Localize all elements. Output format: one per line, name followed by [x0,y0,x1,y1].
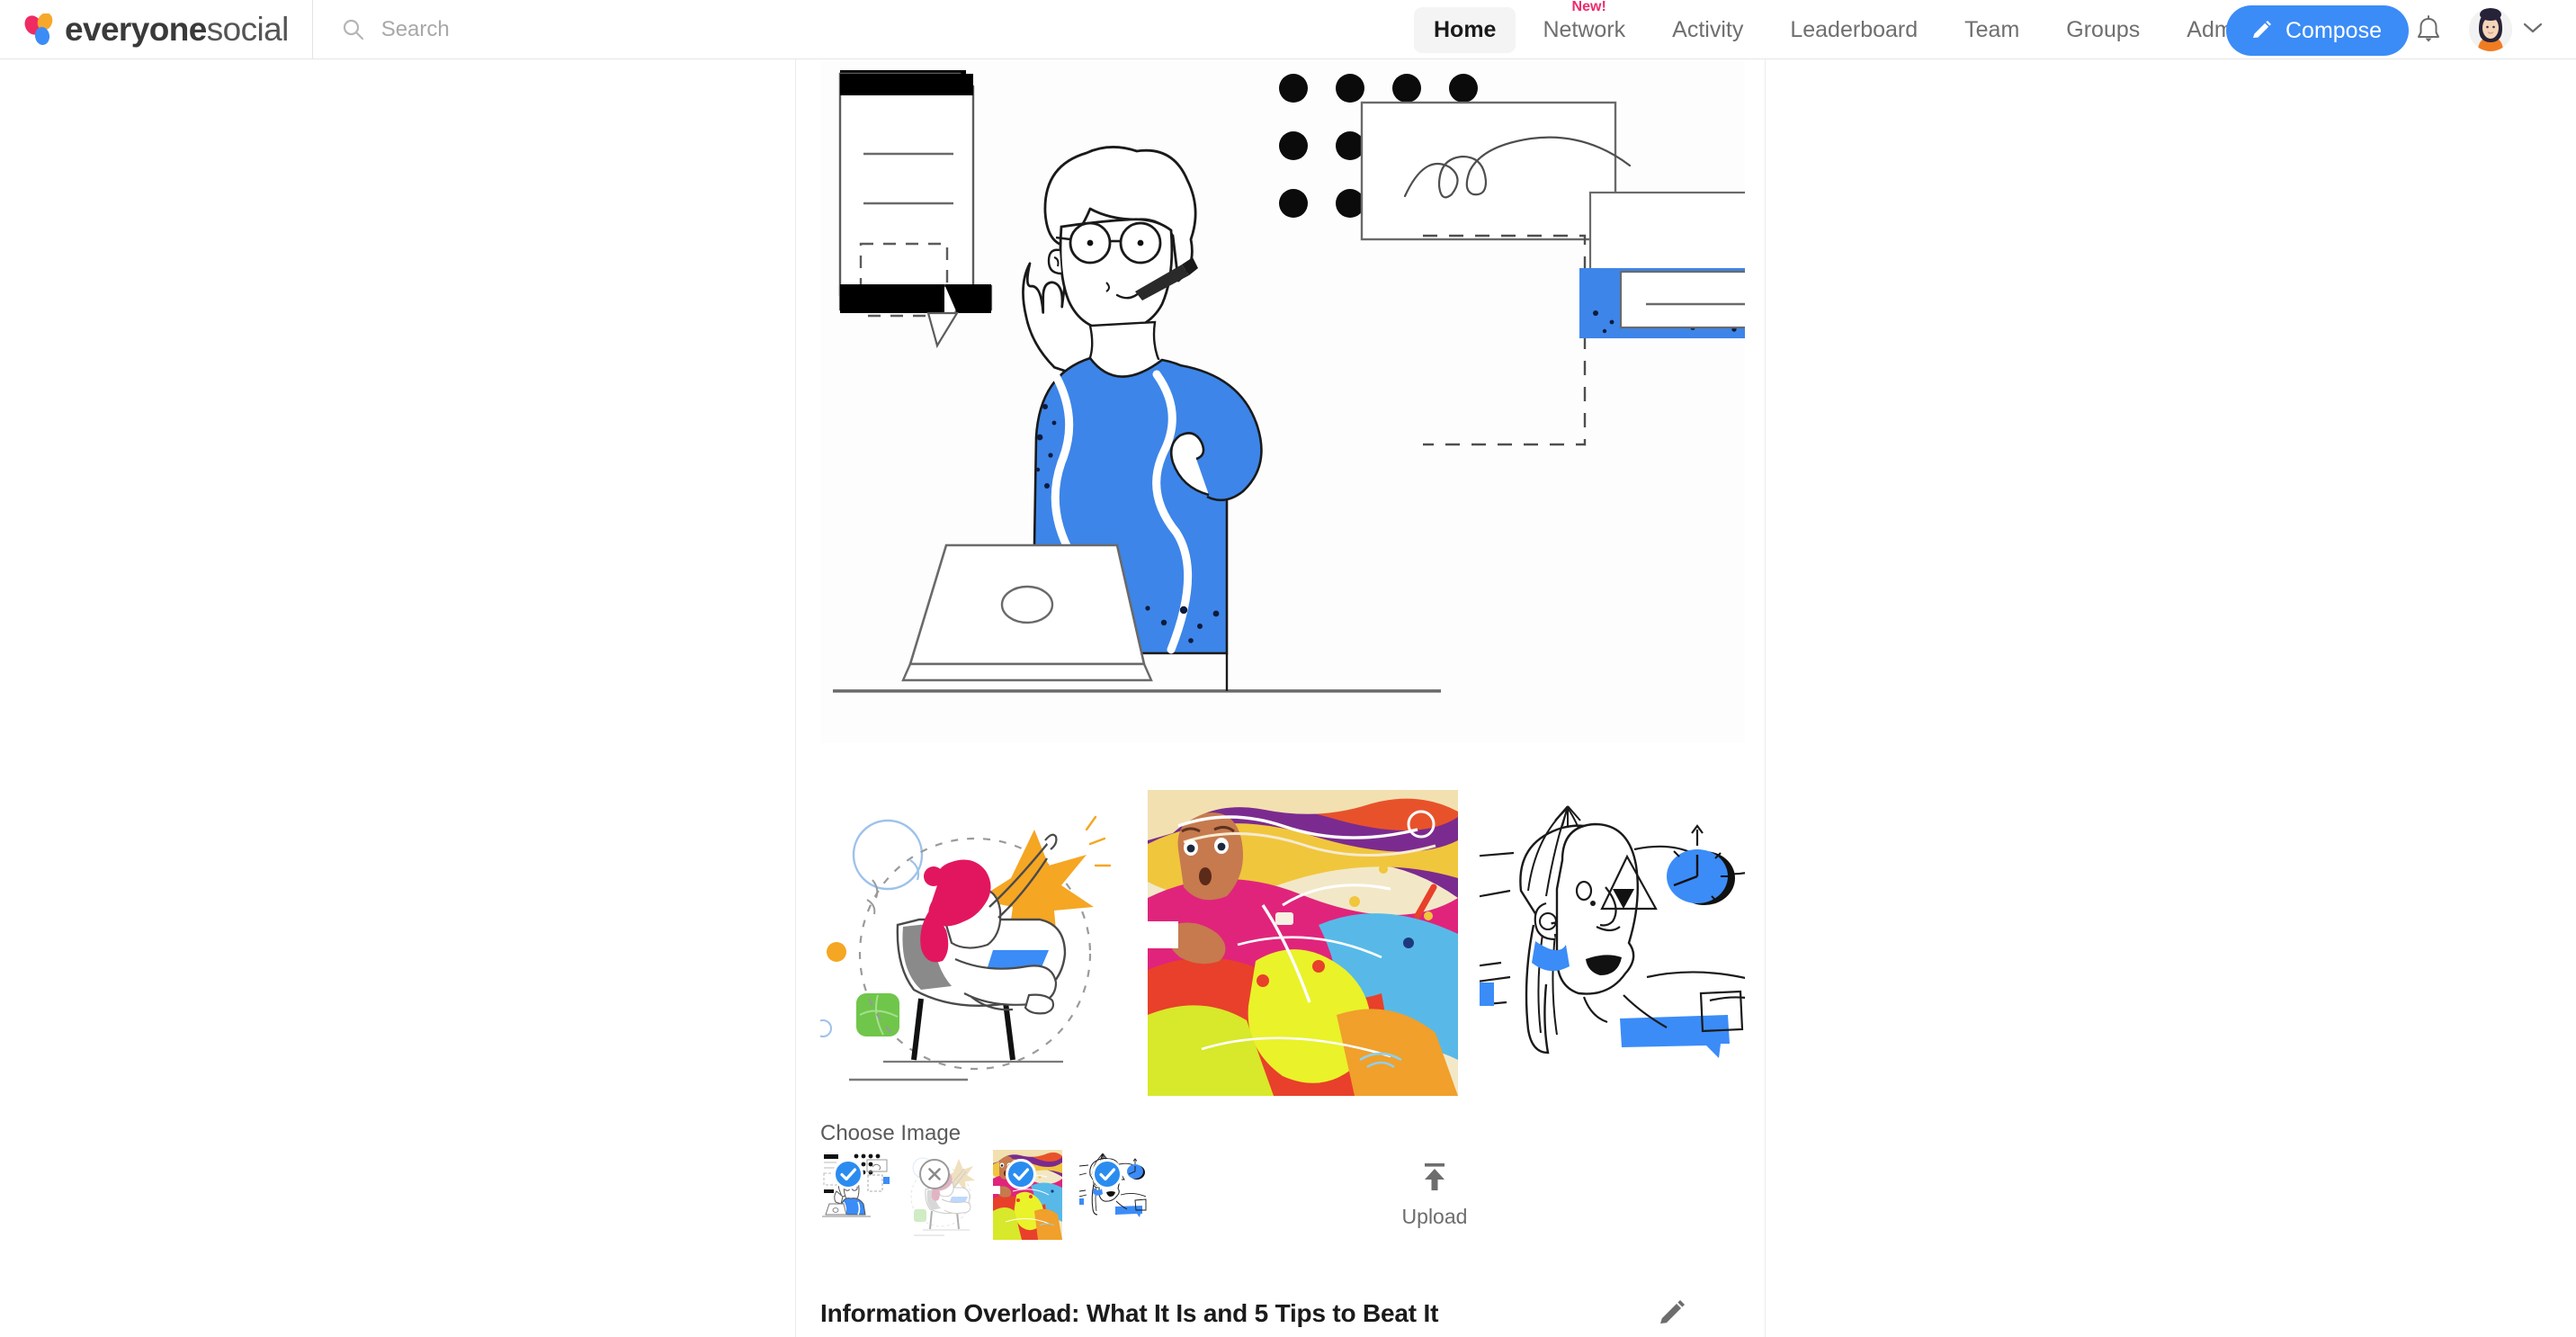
right-column-divider [1765,59,1766,1337]
nav-label-leaderboard: Leaderboard [1790,16,1919,42]
nav-item-activity[interactable]: Activity [1652,7,1763,53]
bell-icon [2418,15,2439,42]
image-gallery-strip [820,790,1745,1096]
chevron-down-icon[interactable] [2523,22,2543,34]
pencil-icon [2253,21,2271,38]
thumbnail-4-selected-badge[interactable] [1092,1159,1123,1189]
brand-name: everyonesocial [65,11,289,49]
nav-item-leaderboard[interactable]: Leaderboard [1770,7,1937,53]
nav-item-network[interactable]: New! Network [1523,0,1645,53]
thumbnail-item-4[interactable] [1079,1150,1149,1219]
nav-label-home: Home [1434,16,1497,42]
post-title: Information Overload: What It Is and 5 T… [820,1299,1439,1327]
colorful-portrait-illustration [1148,790,1458,1096]
hero-illustration [820,59,1745,743]
thumbnail-2-remove-badge[interactable] [919,1159,950,1189]
composer-panel: Choose Image Upload Information Overload… [820,59,1745,1337]
left-column-divider [795,59,796,1337]
upload-arrow-icon [1425,1163,1445,1190]
choose-image-label: Choose Image [820,1121,962,1145]
search-input[interactable] [380,16,759,42]
thumbnail-list [820,1150,1149,1240]
check-icon [1099,1168,1116,1181]
thumbnail-item-1[interactable] [820,1150,890,1219]
search-box[interactable] [313,0,759,59]
search-icon [343,19,363,40]
nav-badge-new: New! [1571,0,1606,14]
main-navigation: Home New! Network Activity Leaderboard T… [1410,0,2274,59]
thumbnail-item-2[interactable] [907,1150,976,1240]
everyonesocial-logo-icon [24,13,53,45]
nav-label-activity: Activity [1672,16,1744,42]
gallery-image-face-clock[interactable] [1480,790,1745,1096]
thumbnail-3-selected-badge[interactable] [1006,1159,1036,1189]
brand-name-light: social [206,10,290,48]
nav-label-groups: Groups [2066,16,2141,42]
pencil-edit-icon[interactable] [1657,1297,1687,1328]
avatar-icon [2469,8,2512,51]
upload-button[interactable]: Upload [1385,1159,1484,1229]
chair-woman-illustration [820,790,1126,1096]
face-clock-illustration [1480,790,1745,1096]
gallery-image-colorful[interactable] [1148,790,1458,1096]
gallery-image-chair-woman[interactable] [820,790,1126,1096]
compose-label: Compose [2285,17,2382,43]
nav-item-home[interactable]: Home [1414,6,1516,53]
page-body: Choose Image Upload Information Overload… [0,59,2576,1337]
thumbnail-item-3[interactable] [993,1150,1062,1240]
nav-item-team[interactable]: Team [1945,7,2039,53]
nav-label-team: Team [1964,16,2020,42]
thumbnail-1-selected-badge[interactable] [833,1159,863,1189]
notifications-button[interactable] [2411,13,2446,49]
upload-label: Upload [1401,1205,1468,1228]
close-icon [928,1168,941,1180]
nav-item-groups[interactable]: Groups [2046,7,2160,53]
check-icon [840,1168,857,1181]
nav-label-network: Network [1543,16,1626,42]
user-avatar[interactable] [2469,8,2512,51]
brand-name-bold: everyone [65,10,207,48]
hero-image[interactable] [820,59,1745,743]
top-header: everyonesocial Home New! Network Activit… [0,0,2576,59]
compose-button[interactable]: Compose [2226,5,2409,56]
brand-logo[interactable]: everyonesocial [0,0,313,59]
check-icon [1013,1168,1030,1181]
